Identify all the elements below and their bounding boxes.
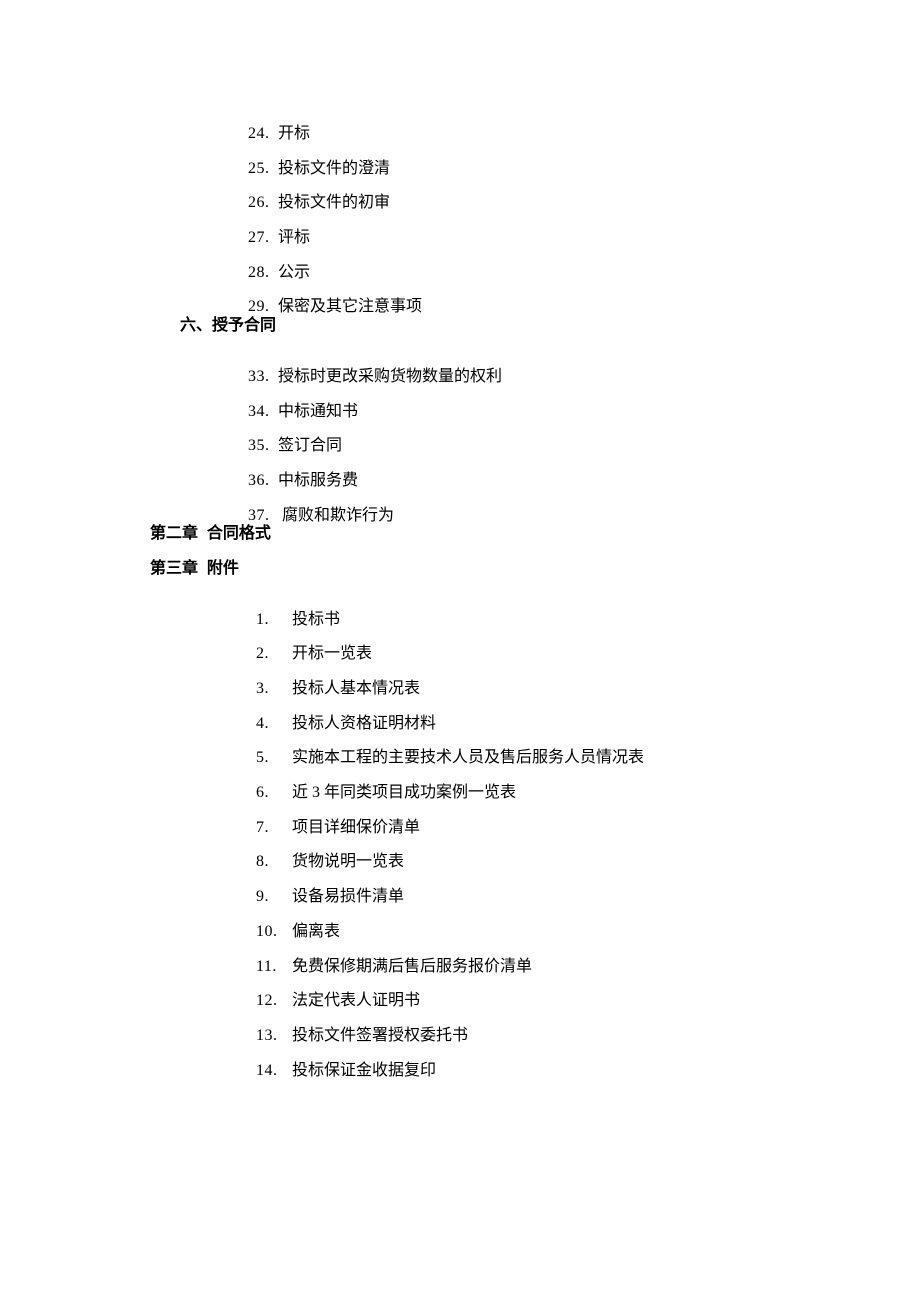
item-text: 腐败和欺诈行为 bbox=[278, 507, 394, 524]
item-text: 评标 bbox=[278, 229, 310, 246]
toc-item: 33.授标时更改采购货物数量的权利 bbox=[0, 353, 920, 388]
item-text: 法定代表人证明书 bbox=[292, 992, 420, 1009]
item-text: 中标服务费 bbox=[278, 472, 358, 489]
attachment-item: 10.偏离表 bbox=[0, 908, 920, 943]
attachment-item: 4.投标人资格证明材料 bbox=[0, 700, 920, 735]
item-number: 14. bbox=[256, 1063, 292, 1079]
attachment-item: 7.项目详细保价清单 bbox=[0, 804, 920, 839]
item-text: 投标保证金收据复印 bbox=[292, 1062, 436, 1079]
item-number: 25. bbox=[248, 161, 278, 177]
attachment-item: 9.设备易损件清单 bbox=[0, 873, 920, 908]
item-text: 开标 bbox=[278, 125, 310, 142]
item-text: 设备易损件清单 bbox=[292, 888, 404, 905]
item-number: 3. bbox=[256, 681, 292, 697]
item-number: 12. bbox=[256, 993, 292, 1009]
chapter-heading-2: 第二章 合同格式 bbox=[0, 526, 920, 561]
attachment-item: 2.开标一览表 bbox=[0, 630, 920, 665]
attachment-item: 3.投标人基本情况表 bbox=[0, 665, 920, 700]
item-number: 4. bbox=[256, 716, 292, 732]
toc-item: 25.投标文件的澄清 bbox=[0, 145, 920, 180]
item-text: 公示 bbox=[278, 264, 310, 281]
item-text: 中标通知书 bbox=[278, 403, 358, 420]
toc-item: 34.中标通知书 bbox=[0, 388, 920, 423]
item-number: 24. bbox=[248, 126, 278, 142]
item-text: 偏离表 bbox=[292, 923, 340, 940]
toc-item: 35.签订合同 bbox=[0, 422, 920, 457]
item-text: 开标一览表 bbox=[292, 645, 372, 662]
item-number: 5. bbox=[256, 750, 292, 766]
section-heading-6: 六、授予合同 bbox=[0, 318, 920, 353]
item-number: 33. bbox=[248, 369, 278, 385]
chapter-heading-3: 第三章 附件 bbox=[0, 561, 920, 596]
item-text: 投标文件的澄清 bbox=[278, 160, 390, 177]
attachment-item: 5.实施本工程的主要技术人员及售后服务人员情况表 bbox=[0, 734, 920, 769]
item-text: 授标时更改采购货物数量的权利 bbox=[278, 368, 502, 385]
item-text: 实施本工程的主要技术人员及售后服务人员情况表 bbox=[292, 749, 644, 766]
item-number: 11. bbox=[256, 959, 292, 975]
item-number: 13. bbox=[256, 1028, 292, 1044]
item-text: 货物说明一览表 bbox=[292, 853, 404, 870]
item-number: 28. bbox=[248, 265, 278, 281]
item-number: 9. bbox=[256, 889, 292, 905]
item-text: 近 3 年同类项目成功案例一览表 bbox=[292, 784, 516, 801]
item-number: 8. bbox=[256, 854, 292, 870]
attachment-item: 12.法定代表人证明书 bbox=[0, 977, 920, 1012]
item-number: 10. bbox=[256, 924, 292, 940]
item-number: 1. bbox=[256, 612, 292, 628]
item-text: 投标文件签署授权委托书 bbox=[292, 1027, 468, 1044]
item-number: 7. bbox=[256, 820, 292, 836]
toc-item: 36.中标服务费 bbox=[0, 457, 920, 492]
item-number: 6. bbox=[256, 785, 292, 801]
item-text: 投标书 bbox=[292, 611, 340, 628]
item-text: 签订合同 bbox=[278, 437, 342, 454]
toc-item: 29.保密及其它注意事项 bbox=[0, 283, 920, 318]
item-number: 2. bbox=[256, 646, 292, 662]
item-text: 投标人基本情况表 bbox=[292, 680, 420, 697]
attachment-item: 8.货物说明一览表 bbox=[0, 838, 920, 873]
toc-item: 27.评标 bbox=[0, 214, 920, 249]
item-number: 26. bbox=[248, 195, 278, 211]
item-number: 37. bbox=[248, 508, 278, 524]
item-number: 36. bbox=[248, 473, 278, 489]
attachment-item: 11.免费保修期满后售后服务报价清单 bbox=[0, 943, 920, 978]
attachment-item: 14.投标保证金收据复印 bbox=[0, 1047, 920, 1082]
toc-item: 28.公示 bbox=[0, 249, 920, 284]
attachment-item: 6.近 3 年同类项目成功案例一览表 bbox=[0, 769, 920, 804]
item-number: 34. bbox=[248, 404, 278, 420]
item-text: 免费保修期满后售后服务报价清单 bbox=[292, 958, 532, 975]
toc-item: 26.投标文件的初审 bbox=[0, 179, 920, 214]
item-number: 29. bbox=[248, 299, 278, 315]
attachment-item: 1.投标书 bbox=[0, 596, 920, 631]
item-text: 项目详细保价清单 bbox=[292, 819, 420, 836]
item-text: 投标文件的初审 bbox=[278, 194, 390, 211]
toc-item: 37. 腐败和欺诈行为 bbox=[0, 492, 920, 527]
document-page: 24.开标 25.投标文件的澄清 26.投标文件的初审 27.评标 28.公示 … bbox=[0, 0, 920, 1302]
item-text: 保密及其它注意事项 bbox=[278, 298, 422, 315]
item-number: 27. bbox=[248, 230, 278, 246]
item-text: 投标人资格证明材料 bbox=[292, 715, 436, 732]
attachment-item: 13.投标文件签署授权委托书 bbox=[0, 1012, 920, 1047]
toc-item: 24.开标 bbox=[0, 110, 920, 145]
item-number: 35. bbox=[248, 438, 278, 454]
